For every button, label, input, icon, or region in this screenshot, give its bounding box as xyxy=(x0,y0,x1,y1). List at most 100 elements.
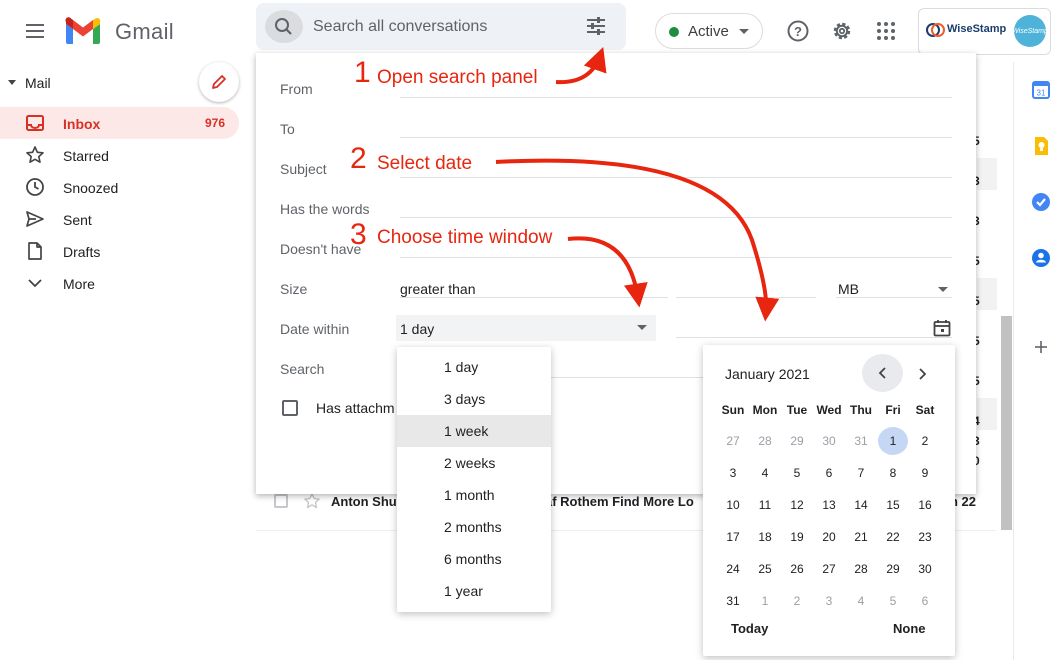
sidebar-item-drafts[interactable]: Drafts xyxy=(63,244,100,260)
calendar-day[interactable]: 5 xyxy=(782,459,812,487)
calendar-day[interactable]: 28 xyxy=(846,555,876,583)
calendar-day[interactable]: 7 xyxy=(846,459,876,487)
calendar-app-icon[interactable]: 31 xyxy=(1031,80,1051,100)
calendar-day[interactable]: 9 xyxy=(910,459,940,487)
calendar-day[interactable]: 13 xyxy=(814,491,844,519)
calendar-day[interactable]: 22 xyxy=(878,523,908,551)
calendar-day[interactable]: 16 xyxy=(910,491,940,519)
size-value-input[interactable] xyxy=(676,297,816,298)
date-within-select[interactable] xyxy=(396,315,656,341)
menu-item-1-day[interactable]: 1 day xyxy=(397,351,551,383)
prev-month-button[interactable] xyxy=(862,354,903,392)
size-operator-select[interactable]: greater than xyxy=(400,281,476,297)
search-scope-select[interactable] xyxy=(551,377,703,378)
help-icon[interactable]: ? xyxy=(786,19,810,43)
list-scrollbar[interactable] xyxy=(1001,316,1012,530)
has-attachment-checkbox[interactable] xyxy=(282,400,298,416)
annotation-number: 2 xyxy=(350,142,367,175)
calendar-day[interactable]: 3 xyxy=(718,459,748,487)
today-button[interactable]: Today xyxy=(731,621,768,636)
calendar-day[interactable]: 24 xyxy=(718,555,748,583)
calendar-day[interactable]: 18 xyxy=(750,523,780,551)
calendar-day[interactable]: 11 xyxy=(750,491,780,519)
compose-button[interactable] xyxy=(199,62,239,102)
calendar-icon[interactable] xyxy=(932,318,952,338)
calendar-day[interactable]: 17 xyxy=(718,523,748,551)
contacts-app-icon[interactable] xyxy=(1031,248,1051,268)
calendar-day[interactable]: 19 xyxy=(782,523,812,551)
has-words-input[interactable] xyxy=(400,217,952,218)
send-icon xyxy=(26,211,44,227)
doesnt-have-input[interactable] xyxy=(400,257,952,258)
menu-item-2-months[interactable]: 2 months xyxy=(397,511,551,543)
annotation-text: Select date xyxy=(377,153,473,174)
row-checkbox[interactable] xyxy=(274,494,288,508)
calendar-day[interactable]: 25 xyxy=(750,555,780,583)
calendar-day[interactable]: 30 xyxy=(910,555,940,583)
date-input[interactable] xyxy=(676,337,952,338)
calendar-day[interactable]: 27 xyxy=(718,427,748,455)
calendar-day[interactable]: 29 xyxy=(782,427,812,455)
calendar-day[interactable]: 21 xyxy=(846,523,876,551)
calendar-day[interactable]: 26 xyxy=(782,555,812,583)
draft-icon xyxy=(28,242,42,260)
calendar-day[interactable]: 4 xyxy=(750,459,780,487)
calendar-day[interactable]: 2 xyxy=(782,587,812,615)
calendar-day[interactable]: 23 xyxy=(910,523,940,551)
list-row-shade xyxy=(977,278,997,310)
row-subject[interactable]: af Rothem Find More Lo xyxy=(545,494,694,509)
calendar-day[interactable]: 4 xyxy=(846,587,876,615)
sidebar-item-starred[interactable]: Starred xyxy=(63,148,109,164)
calendar-day[interactable]: 1 xyxy=(750,587,780,615)
menu-item-1-month[interactable]: 1 month xyxy=(397,479,551,511)
caret-down-icon[interactable] xyxy=(8,80,16,85)
calendar-day[interactable]: 8 xyxy=(878,459,908,487)
size-unit-select[interactable]: MB xyxy=(838,281,859,297)
next-month-button[interactable] xyxy=(912,364,932,384)
calendar-day[interactable]: 6 xyxy=(814,459,844,487)
search-icon[interactable] xyxy=(265,10,303,43)
calendar-day[interactable]: 15 xyxy=(878,491,908,519)
to-input[interactable] xyxy=(400,137,952,138)
tasks-app-icon[interactable] xyxy=(1031,192,1051,212)
search-input[interactable]: Search all conversations xyxy=(313,18,487,36)
from-input[interactable] xyxy=(400,97,952,98)
star-icon[interactable] xyxy=(303,492,321,510)
calendar-day[interactable]: 29 xyxy=(878,555,908,583)
menu-item-1-week[interactable]: 1 week xyxy=(397,415,551,447)
sidebar-item-snoozed[interactable]: Snoozed xyxy=(63,180,118,196)
menu-item-2-weeks[interactable]: 2 weeks xyxy=(397,447,551,479)
subject-input[interactable] xyxy=(400,177,952,178)
calendar-day[interactable]: 28 xyxy=(750,427,780,455)
calendar-day[interactable]: 30 xyxy=(814,427,844,455)
to-label: To xyxy=(280,121,295,137)
calendar-day[interactable]: 2 xyxy=(910,427,940,455)
search-options-icon[interactable] xyxy=(584,14,608,38)
apps-grid-icon[interactable] xyxy=(875,20,897,42)
calendar-day[interactable]: 20 xyxy=(814,523,844,551)
row-sender[interactable]: Anton Shu xyxy=(331,494,397,509)
sidebar-item-more[interactable]: More xyxy=(63,276,95,292)
calendar-day-selected[interactable]: 1 xyxy=(878,427,908,455)
calendar-day[interactable]: 5 xyxy=(878,587,908,615)
calendar-day[interactable]: 3 xyxy=(814,587,844,615)
calendar-day[interactable]: 31 xyxy=(718,587,748,615)
menu-item-6-months[interactable]: 6 months xyxy=(397,543,551,575)
add-addon-icon[interactable] xyxy=(1034,340,1048,354)
sidebar-item-sent[interactable]: Sent xyxy=(63,212,92,228)
size-operator-underline xyxy=(400,297,668,298)
menu-item-1-year[interactable]: 1 year xyxy=(397,575,551,607)
menu-item-3-days[interactable]: 3 days xyxy=(397,383,551,415)
account-avatar[interactable]: WiseStamp xyxy=(1012,15,1048,47)
main-menu-icon[interactable] xyxy=(24,22,46,40)
keep-app-icon[interactable] xyxy=(1031,136,1051,156)
calendar-day[interactable]: 31 xyxy=(846,427,876,455)
gear-icon[interactable] xyxy=(830,19,854,43)
calendar-day[interactable]: 14 xyxy=(846,491,876,519)
sidebar-section-mail[interactable]: Mail xyxy=(25,75,51,91)
calendar-day[interactable]: 27 xyxy=(814,555,844,583)
calendar-day[interactable]: 12 xyxy=(782,491,812,519)
none-button[interactable]: None xyxy=(893,621,926,636)
calendar-day[interactable]: 10 xyxy=(718,491,748,519)
calendar-day[interactable]: 6 xyxy=(910,587,940,615)
